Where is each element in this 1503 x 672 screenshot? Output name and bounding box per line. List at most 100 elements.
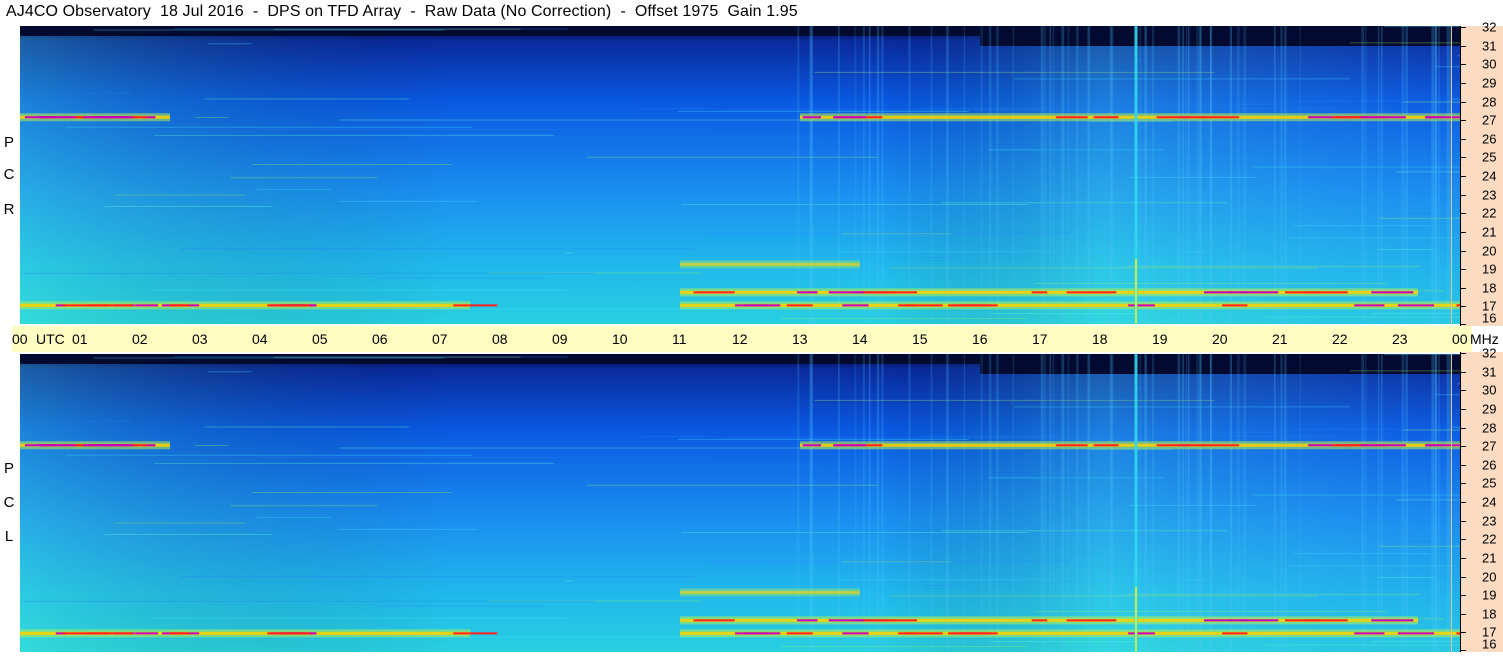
emission-hotspot: [797, 291, 818, 294]
utc-unit-label: UTC: [36, 331, 65, 347]
emission-hotspot: [1204, 619, 1232, 622]
freq-tick: [1460, 324, 1466, 325]
freq-tick: [1460, 557, 1466, 559]
time-tick-label: 20: [1212, 331, 1228, 347]
emission-hotspot: [735, 304, 781, 307]
freq-tick: [1460, 82, 1466, 84]
emission-hotspot: [1239, 291, 1279, 294]
lcp-label: P C L: [0, 354, 18, 652]
emission-hotspot: [1284, 619, 1320, 622]
freq-tick: [1460, 250, 1466, 252]
freq-tick-label: 16: [1482, 310, 1497, 326]
rcp-spectrogram-svg: [20, 26, 1460, 324]
freq-tick-label: 28: [1482, 420, 1497, 435]
emission-hotspot: [842, 632, 869, 635]
emission-hotspot: [135, 304, 159, 307]
freq-tick-label: 30: [1482, 382, 1497, 398]
time-tick-label: 05: [312, 331, 328, 347]
freq-tick: [1460, 613, 1466, 615]
lcp-frequency-axis: 32 31 30 29 28 27 26 25 24 23 22 21 20 19 18 17 16: [1460, 346, 1503, 652]
emission-hotspot: [1200, 116, 1240, 119]
emission-hotspot: [1284, 291, 1320, 294]
freq-tick: [1460, 157, 1466, 159]
emission-hotspot: [1360, 116, 1406, 119]
freq-tick-label: 21: [1482, 550, 1497, 566]
emission-hotspot: [1066, 291, 1117, 294]
freq-tick: [1460, 27, 1466, 28]
time-tick-label: 11: [672, 331, 687, 347]
emission-hotspot: [1031, 619, 1048, 622]
freq-tick-label: 19: [1482, 587, 1497, 603]
freq-tick: [1460, 269, 1466, 271]
freq-tick: [1460, 446, 1466, 448]
freq-tick-label: 29: [1482, 401, 1497, 417]
freq-tick-label: 25: [1482, 149, 1497, 165]
emission-band-core: [680, 590, 860, 594]
freq-tick: [1460, 101, 1466, 103]
freq-tick-label: 23: [1482, 187, 1497, 203]
time-tick-label: 22: [1332, 331, 1348, 347]
freq-tick: [1460, 371, 1466, 373]
emission-hotspot: [1055, 444, 1088, 447]
emission-hotspot: [833, 116, 867, 119]
lcp-spectrogram-svg: [20, 354, 1460, 652]
freq-tick: [1460, 390, 1466, 392]
freq-tick: [1460, 231, 1466, 233]
rcp-label: P C R: [0, 26, 18, 324]
lcp-label-letter: C: [3, 494, 15, 511]
time-tick-label: 07: [432, 331, 448, 347]
freq-tick-label: 19: [1482, 261, 1497, 277]
broadband-line-core: [1135, 586, 1137, 652]
freq-tick: [1460, 45, 1466, 47]
emission-hotspot: [1204, 291, 1232, 294]
freq-tick-label: 22: [1482, 205, 1497, 221]
freq-tick: [1460, 194, 1466, 196]
emission-hotspot: [1128, 304, 1155, 307]
emission-hotspot: [37, 444, 76, 447]
freq-tick: [1460, 539, 1466, 541]
time-tick-label: 18: [1092, 331, 1108, 347]
freq-tick-label: 24: [1482, 494, 1497, 510]
freq-tick: [1460, 64, 1466, 66]
emission-hotspot: [902, 304, 943, 307]
emission-hotspot: [267, 632, 310, 635]
freq-tick: [1460, 138, 1466, 140]
rcp-label-letter: C: [3, 166, 15, 183]
freq-tick: [1460, 120, 1466, 122]
emission-hotspot: [453, 632, 498, 635]
freq-tick: [1460, 427, 1466, 429]
emission-hotspot: [833, 444, 867, 447]
emission-hotspot: [83, 444, 133, 447]
emission-hotspot: [948, 304, 992, 307]
freq-tick-label: 20: [1482, 243, 1497, 258]
emission-hotspot: [1397, 304, 1435, 307]
freq-tick-label: 32: [1482, 345, 1497, 361]
freq-tick-label: 29: [1482, 75, 1497, 91]
time-tick-label: 02: [132, 331, 148, 347]
emission-hotspot: [1093, 444, 1119, 447]
time-tick-label: 00: [1452, 331, 1468, 347]
time-tick-label: 14: [852, 331, 868, 347]
emission-hotspot: [735, 632, 781, 635]
lcp-spectrogram: [20, 354, 1460, 652]
emission-hotspot: [1239, 619, 1279, 622]
time-tick-label: 15: [912, 331, 928, 347]
time-tick-label: 21: [1272, 331, 1288, 347]
emission-hotspot: [267, 304, 310, 307]
freq-tick-label: 26: [1482, 457, 1497, 473]
time-tick-label: 03: [192, 331, 208, 347]
panel-edge: [1451, 354, 1452, 652]
emission-hotspot: [1066, 619, 1117, 622]
emission-hotspot: [842, 304, 869, 307]
emission-hotspot: [797, 619, 818, 622]
freq-tick: [1460, 408, 1466, 410]
time-axis: 00 01 02 03 04 05 06 07 08 09 10 11 12 13 14 15 16 17 18 19…: [12, 326, 1499, 352]
emission-hotspot: [1156, 444, 1204, 447]
emission-hotspot: [83, 116, 133, 119]
freq-tick: [1460, 176, 1466, 177]
emission-hotspot: [948, 632, 992, 635]
emission-hotspot: [786, 632, 813, 635]
time-tick-label: 16: [972, 331, 988, 347]
time-tick-label: 04: [252, 331, 268, 347]
emission-hotspot: [802, 116, 821, 119]
